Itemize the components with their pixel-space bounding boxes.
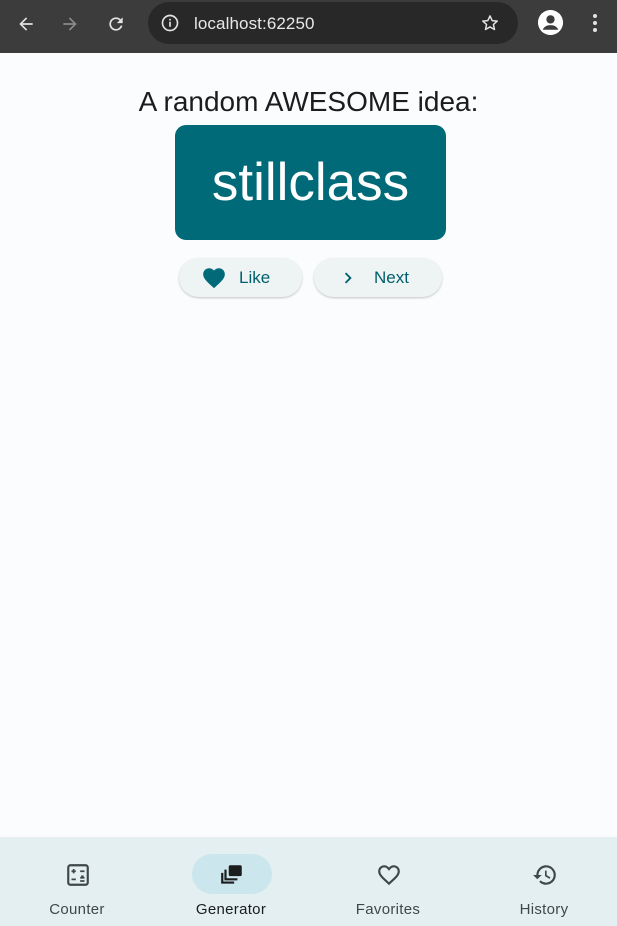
heart-outline-icon <box>378 865 400 886</box>
reload-button[interactable] <box>101 9 131 39</box>
nav-label-favorites: Favorites <box>355 901 421 918</box>
nav-generator[interactable]: Generator <box>154 837 308 926</box>
more-vert-icon[interactable] <box>586 12 604 34</box>
browser-toolbar: localhost:62250 <box>0 0 617 53</box>
nav-history[interactable]: History <box>467 837 617 926</box>
url-text[interactable]: localhost:62250 <box>194 14 315 34</box>
nav-label-generator: Generator <box>195 901 267 918</box>
heart-icon <box>203 268 225 289</box>
next-button[interactable]: Next <box>314 258 442 297</box>
like-label: Like <box>239 268 271 287</box>
profile-icon[interactable] <box>538 10 563 35</box>
back-icon <box>19 17 33 31</box>
like-button[interactable]: Like <box>179 258 302 297</box>
forward-button[interactable] <box>55 9 85 39</box>
word-pair-text: stillclass <box>211 153 410 212</box>
history-icon <box>533 865 556 885</box>
info-icon[interactable] <box>160 13 180 33</box>
calculator-icon <box>67 864 89 886</box>
nav-favorites[interactable]: Favorites <box>311 837 465 926</box>
nav-label-counter: Counter <box>49 901 105 918</box>
page-title: A random AWESOME idea: <box>138 86 479 117</box>
nav-label-history: History <box>519 901 569 918</box>
address-bar[interactable]: localhost:62250 <box>148 2 518 44</box>
generator-page: A random AWESOME idea: stillclass Like N… <box>0 53 617 837</box>
word-card: stillclass <box>175 125 446 240</box>
forward-icon <box>63 17 77 31</box>
chevron-right-icon <box>344 272 352 284</box>
reload-icon <box>109 17 123 31</box>
star-icon[interactable] <box>480 13 500 33</box>
cards-icon <box>221 865 242 884</box>
back-button[interactable] <box>11 9 41 39</box>
nav-counter[interactable]: Counter <box>0 837 154 926</box>
next-label: Next <box>374 268 409 287</box>
bottom-navigation-bar: Counter Generator Favorites History <box>0 837 617 926</box>
